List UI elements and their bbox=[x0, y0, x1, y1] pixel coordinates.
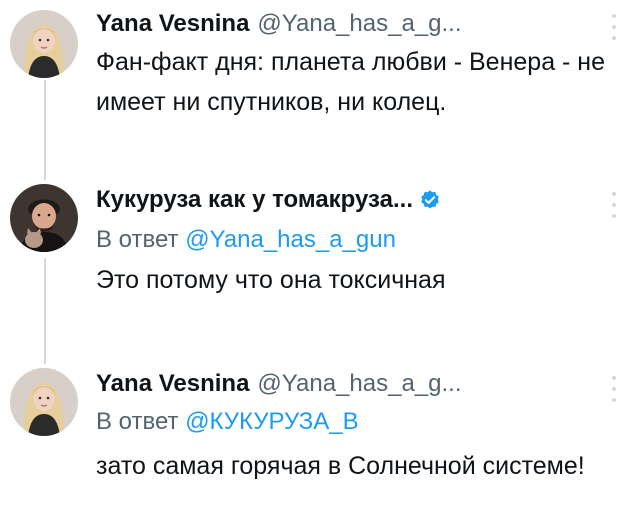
tweet-text: зато самая горячая в Солнечной системе! bbox=[96, 452, 585, 480]
reply-context: В ответ @Yana_has_a_gun bbox=[96, 226, 396, 254]
more-options-icon[interactable] bbox=[612, 192, 618, 218]
reply-to-link[interactable]: @КУКУРУЗА_В bbox=[185, 408, 358, 435]
reply-to-link[interactable]: @Yana_has_a_gun bbox=[185, 226, 396, 253]
tweet-header: Yana Vesnina @Yana_has_a_g... bbox=[96, 10, 462, 38]
reply-prefix: В ответ bbox=[96, 226, 179, 253]
tweet[interactable]: Кукуруза как у томакруза... В ответ @Yan… bbox=[0, 180, 640, 350]
man-with-cat-avatar-icon bbox=[10, 184, 78, 252]
blonde-woman-avatar-icon bbox=[10, 368, 78, 436]
more-options-icon[interactable] bbox=[612, 14, 618, 40]
author-name[interactable]: Yana Vesnina bbox=[96, 370, 249, 398]
author-handle[interactable]: @Yana_has_a_g... bbox=[257, 370, 461, 398]
tweet-text: Это потому что она токсичная bbox=[96, 266, 446, 294]
verified-badge-icon bbox=[419, 189, 441, 211]
author-name[interactable]: Кукуруза как у томакруза... bbox=[96, 186, 413, 214]
more-options-icon[interactable] bbox=[612, 376, 618, 402]
reply-context: В ответ @КУКУРУЗА_В bbox=[96, 408, 359, 436]
tweet[interactable]: Yana Vesnina @Yana_has_a_g... В ответ @К… bbox=[0, 364, 640, 529]
tweet-header: Кукуруза как у томакруза... bbox=[96, 186, 441, 214]
avatar[interactable] bbox=[10, 184, 78, 252]
author-name[interactable]: Yana Vesnina bbox=[96, 10, 249, 38]
avatar[interactable] bbox=[10, 368, 78, 436]
author-handle[interactable]: @Yana_has_a_g... bbox=[257, 10, 461, 38]
blonde-woman-avatar-icon bbox=[10, 10, 78, 78]
tweet-text: Фан-факт дня: планета любви - Венера - н… bbox=[96, 48, 606, 116]
reply-prefix: В ответ bbox=[96, 408, 179, 435]
tweet[interactable]: Yana Vesnina @Yana_has_a_g... Фан-факт д… bbox=[0, 0, 640, 170]
tweet-header: Yana Vesnina @Yana_has_a_g... bbox=[96, 370, 462, 398]
avatar[interactable] bbox=[10, 10, 78, 78]
